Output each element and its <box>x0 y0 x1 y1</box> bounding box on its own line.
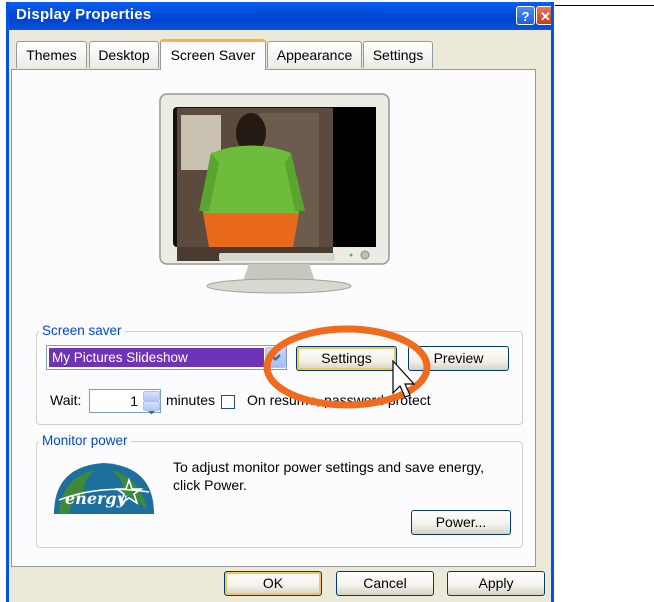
annotation-overlay <box>263 325 431 409</box>
